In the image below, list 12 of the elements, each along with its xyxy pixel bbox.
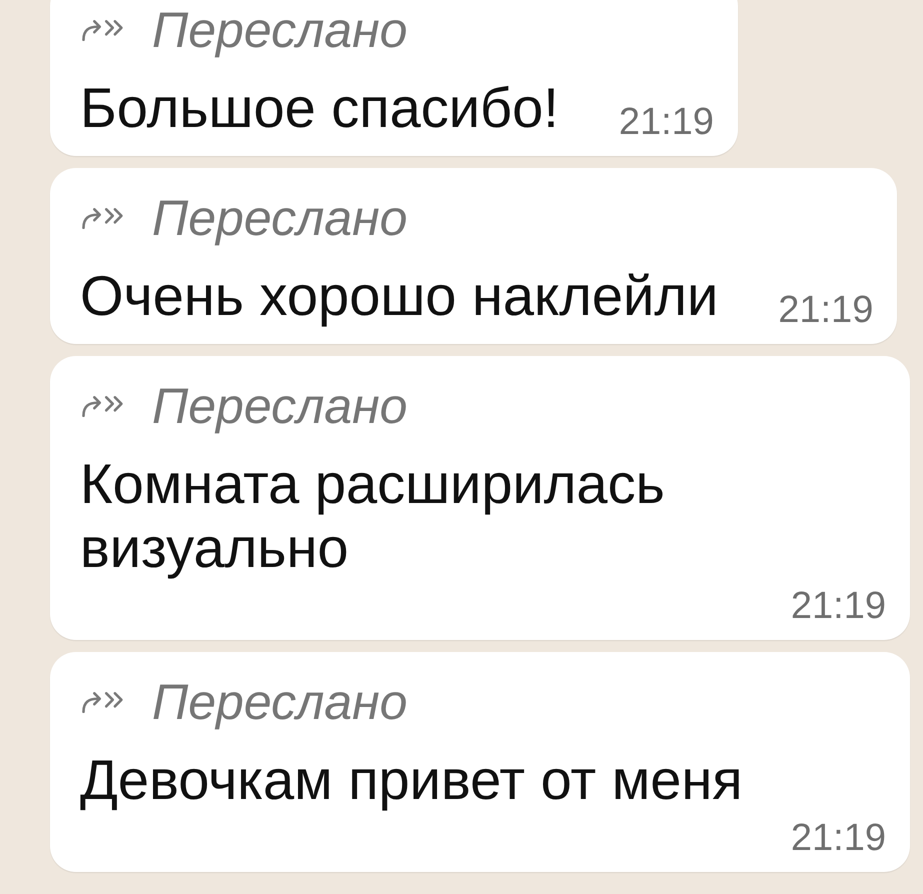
message-text: Большое спасибо! (80, 76, 559, 140)
forwarded-label: Переслано (152, 190, 408, 246)
message-text: Девочкам привет от меня (80, 748, 743, 812)
message-time: 21:19 (618, 100, 714, 144)
message-time: 21:19 (790, 816, 886, 860)
message-time: 21:19 (790, 584, 886, 628)
forwarded-label: Переслано (152, 674, 408, 730)
forwarded-label: Переслано (152, 2, 408, 58)
message-text: Очень хорошо наклейли (80, 264, 718, 328)
message-text: Комната расширилась визуально (80, 452, 666, 580)
forwarded-label: Переслано (152, 378, 408, 434)
message-time: 21:19 (778, 288, 874, 332)
